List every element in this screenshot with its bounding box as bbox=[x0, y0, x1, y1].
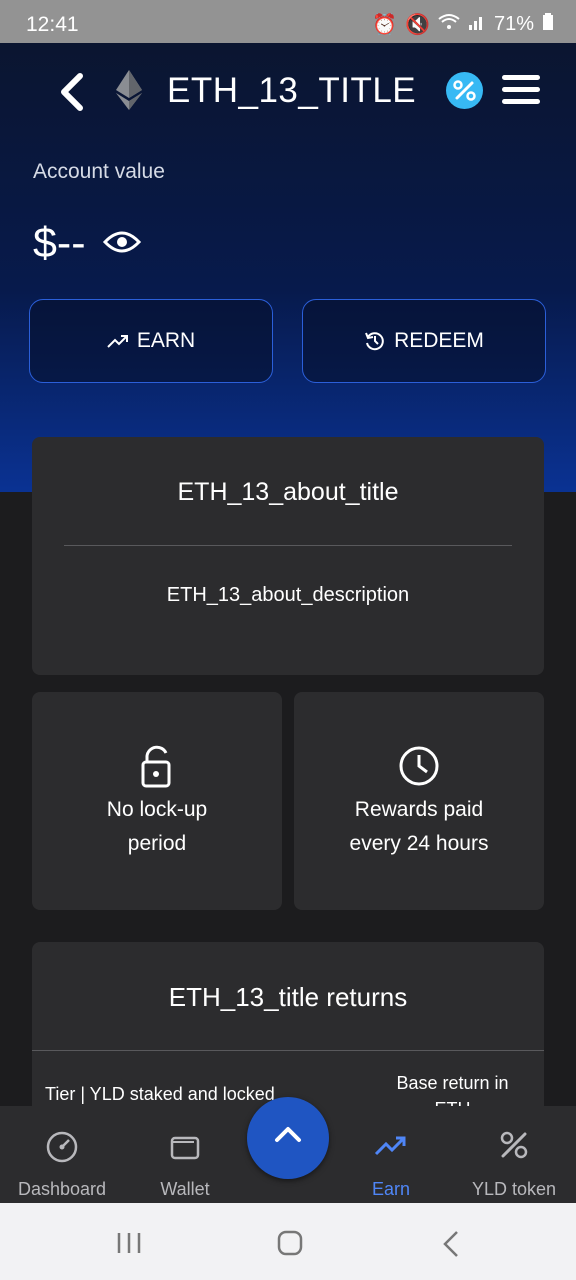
visibility-toggle-button[interactable] bbox=[102, 228, 142, 256]
about-card bbox=[32, 437, 544, 675]
chevron-up-icon bbox=[275, 1127, 301, 1142]
page-title: ETH_13_TITLE bbox=[167, 71, 417, 110]
account-value: $-- bbox=[33, 219, 86, 267]
nav-label: YLD token bbox=[471, 1179, 557, 1199]
nav-item-yld-token[interactable]: YLD token bbox=[452, 1106, 576, 1203]
redeem-button[interactable]: REDEEM bbox=[302, 299, 546, 383]
about-title: ETH_13_about_title bbox=[177, 478, 399, 506]
percent-icon bbox=[453, 80, 476, 101]
feature-line: every 24 hours bbox=[349, 832, 489, 855]
account-value-label: Account value bbox=[33, 160, 165, 183]
hamburger-line bbox=[502, 75, 540, 80]
lock-icon bbox=[135, 744, 179, 788]
history-icon bbox=[365, 332, 384, 351]
earn-label: EARN bbox=[136, 329, 196, 352]
feature-text: No lock-up period bbox=[32, 793, 282, 861]
feature-card-rewards: Rewards paid every 24 hours bbox=[294, 692, 544, 910]
percent-badge-button[interactable] bbox=[446, 72, 483, 109]
chevron-left-icon bbox=[61, 73, 83, 111]
menu-button[interactable] bbox=[502, 75, 540, 105]
recent-apps-icon[interactable] bbox=[116, 1231, 142, 1255]
system-navigation-bar bbox=[0, 1203, 576, 1280]
battery-label: 71% bbox=[493, 13, 534, 35]
status-bar: 12:41 ⏰ 🔇 71% bbox=[0, 0, 576, 43]
back-button[interactable] bbox=[56, 72, 92, 112]
feature-line: period bbox=[127, 832, 187, 855]
scroll-up-button[interactable] bbox=[247, 1097, 329, 1179]
feature-line: No lock-up bbox=[106, 798, 208, 821]
ethereum-icon bbox=[116, 70, 142, 110]
nav-item-dashboard[interactable]: Dashboard bbox=[0, 1106, 124, 1203]
nav-label: Wallet bbox=[160, 1179, 210, 1199]
nav-label: Earn bbox=[371, 1179, 411, 1199]
redeem-label: REDEEM bbox=[394, 329, 484, 352]
divider bbox=[32, 1050, 544, 1051]
battery-icon bbox=[542, 12, 554, 37]
status-time: 12:41 bbox=[26, 13, 79, 36]
nav-item-earn[interactable]: Earn bbox=[330, 1106, 452, 1203]
clock-icon bbox=[397, 744, 441, 788]
nav-item-wallet[interactable]: Wallet bbox=[124, 1106, 246, 1203]
wallet-icon bbox=[170, 1136, 200, 1160]
feature-text: Rewards paid every 24 hours bbox=[294, 793, 544, 861]
trending-up-icon bbox=[107, 335, 128, 348]
wifi-icon bbox=[438, 13, 460, 37]
back-nav-icon[interactable] bbox=[441, 1230, 461, 1258]
signal-icon bbox=[468, 13, 486, 37]
earn-button[interactable]: EARN bbox=[29, 299, 273, 383]
returns-title: ETH_13_title returns bbox=[168, 982, 408, 1012]
feature-card-lockup: No lock-up period bbox=[32, 692, 282, 910]
column-header-line: Base return in bbox=[396, 1073, 509, 1093]
gauge-icon bbox=[46, 1131, 78, 1163]
feature-line: Rewards paid bbox=[354, 798, 484, 821]
alarm-icon: ⏰ bbox=[372, 14, 398, 36]
hamburger-line bbox=[502, 99, 540, 104]
mute-icon: 🔇 bbox=[405, 14, 430, 36]
nav-label: Dashboard bbox=[17, 1179, 107, 1199]
eye-icon bbox=[102, 231, 142, 253]
trending-up-icon bbox=[374, 1136, 406, 1156]
about-description: ETH_13_about_description bbox=[166, 584, 410, 606]
divider bbox=[64, 545, 512, 546]
percent-icon bbox=[500, 1131, 528, 1159]
returns-column-header: Tier | YLD staked and locked bbox=[45, 1084, 275, 1104]
home-icon[interactable] bbox=[277, 1230, 303, 1256]
hamburger-line bbox=[502, 87, 540, 92]
status-icons: ⏰ 🔇 71% bbox=[372, 12, 554, 37]
